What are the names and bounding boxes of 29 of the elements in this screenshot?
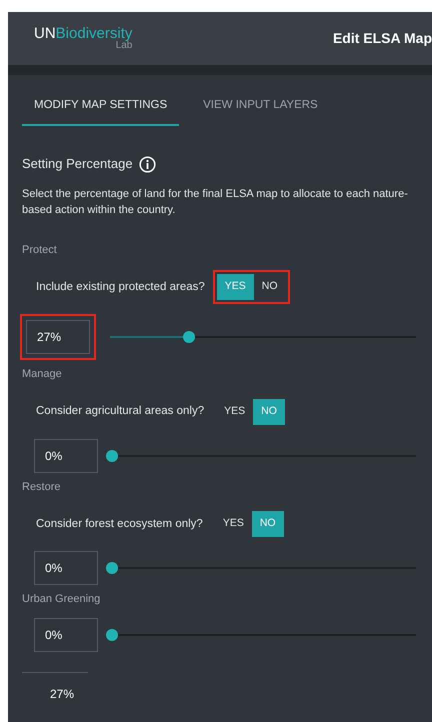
- window-title: Edit ELSA Map: [332, 29, 432, 48]
- tab[interactable]: VIEW INPUT LAYERS: [197, 97, 324, 126]
- slider-handle[interactable]: [106, 562, 118, 574]
- category-label: Protect: [22, 242, 58, 258]
- slider[interactable]: [106, 628, 416, 641]
- toggle-option[interactable]: YES: [216, 398, 254, 425]
- category-label: Urban Greening: [22, 592, 102, 608]
- category-label: Manage: [22, 367, 63, 382]
- toggle-option[interactable]: YES: [214, 511, 252, 538]
- section-heading: Setting Percentage: [22, 155, 133, 174]
- slider[interactable]: [106, 562, 416, 574]
- percentage-field[interactable]: 0%: [34, 438, 98, 473]
- percentage-field[interactable]: 0%: [34, 618, 98, 652]
- slider-handle[interactable]: [183, 331, 196, 344]
- percentage-field[interactable]: 27%: [26, 320, 90, 354]
- total-percentage: 27%: [50, 686, 76, 703]
- logo: UNBiodiversity Lab: [34, 26, 132, 51]
- description: Select the percentage of land for the final ELSA map to allocate to each nature-based action within the country.: [22, 186, 409, 218]
- percentage-field[interactable]: 0%: [34, 551, 98, 586]
- tab[interactable]: MODIFY MAP SETTINGS: [22, 97, 180, 126]
- question-label: Consider forest ecosystem only?: [36, 516, 203, 532]
- slider[interactable]: [106, 450, 416, 462]
- question-label: Include existing protected areas?: [36, 280, 205, 295]
- question-label: Consider agricultural areas only?: [36, 404, 204, 420]
- toggle-option[interactable]: NO: [254, 274, 286, 300]
- category-label: Restore: [22, 480, 62, 495]
- info-icon[interactable]: [138, 156, 156, 172]
- slider-handle[interactable]: [106, 450, 118, 462]
- slider-handle[interactable]: [106, 628, 118, 641]
